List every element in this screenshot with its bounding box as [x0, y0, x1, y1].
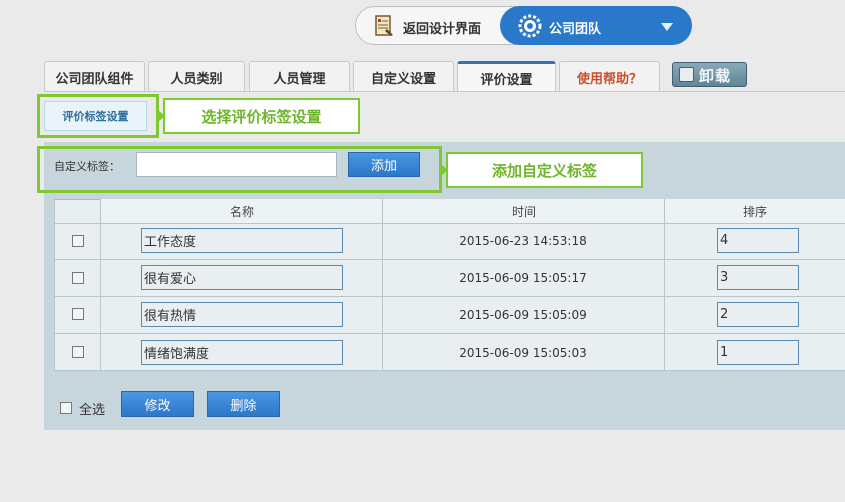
- delete-button[interactable]: 删除: [207, 391, 280, 417]
- row-checkbox[interactable]: [72, 308, 84, 320]
- chevron-down-icon[interactable]: [661, 23, 673, 31]
- tab-staff-management[interactable]: 人员管理: [249, 61, 350, 92]
- design-board-icon: [375, 15, 393, 36]
- table-border: [54, 296, 845, 297]
- row-time: 2015-06-09 15:05:17: [459, 271, 587, 285]
- tab-company-team-widget[interactable]: 公司团队组件: [44, 61, 145, 92]
- column-header-name: 名称: [101, 199, 383, 223]
- edit-button[interactable]: 修改: [121, 391, 194, 417]
- row-time: 2015-06-09 15:05:03: [459, 346, 587, 360]
- callout-select-tag-settings: 选择评价标签设置: [163, 98, 360, 134]
- callout-text: 选择评价标签设置: [165, 100, 358, 132]
- add-button[interactable]: 添加: [348, 152, 420, 177]
- column-header-order: 排序: [665, 199, 845, 223]
- row-order-input[interactable]: 1: [717, 340, 799, 365]
- table-border: [54, 199, 55, 371]
- row-checkbox[interactable]: [72, 235, 84, 247]
- tab-divider: [44, 91, 845, 92]
- table-border: [54, 370, 845, 371]
- table-border: [664, 199, 665, 371]
- table-border: [54, 223, 845, 224]
- row-time: 2015-06-23 14:53:18: [459, 234, 587, 248]
- unload-label: 卸载: [699, 67, 732, 85]
- row-checkbox[interactable]: [72, 272, 84, 284]
- row-order-input[interactable]: 3: [717, 265, 799, 290]
- table-border: [54, 333, 845, 334]
- custom-tag-label: 自定义标签：: [54, 160, 120, 173]
- row-name-input[interactable]: 很有爱心: [141, 265, 343, 290]
- recycle-icon: [679, 67, 694, 82]
- row-name-input[interactable]: 很有热情: [141, 302, 343, 327]
- row-order-input[interactable]: 4: [717, 228, 799, 253]
- team-selector-label: 公司团队: [549, 22, 602, 37]
- callout-text: 添加自定义标签: [448, 154, 641, 186]
- evaluation-tag-settings-button[interactable]: 评价标签设置: [44, 101, 147, 131]
- tab-custom-settings[interactable]: 自定义设置: [353, 61, 454, 92]
- callout-add-custom-tag: 添加自定义标签: [446, 152, 643, 188]
- table-border: [54, 259, 845, 260]
- row-checkbox[interactable]: [72, 346, 84, 358]
- tab-staff-category[interactable]: 人员类别: [148, 61, 245, 92]
- row-name-input[interactable]: 情绪饱满度: [141, 340, 343, 365]
- row-time: 2015-06-09 15:05:09: [459, 308, 587, 322]
- custom-tag-input[interactable]: [136, 152, 337, 177]
- gear-icon: [518, 14, 542, 38]
- table-border: [100, 199, 101, 371]
- tab-help[interactable]: 使用帮助？: [559, 61, 660, 92]
- tab-evaluation-settings[interactable]: 评价设置: [457, 61, 556, 92]
- back-to-design-label: 返回设计界面: [403, 22, 482, 37]
- column-header-time: 时间: [383, 199, 665, 223]
- select-all-label: 全选: [79, 403, 106, 418]
- row-order-input[interactable]: 2: [717, 302, 799, 327]
- row-name-input[interactable]: 工作态度: [141, 228, 343, 253]
- select-all-checkbox[interactable]: [60, 402, 72, 414]
